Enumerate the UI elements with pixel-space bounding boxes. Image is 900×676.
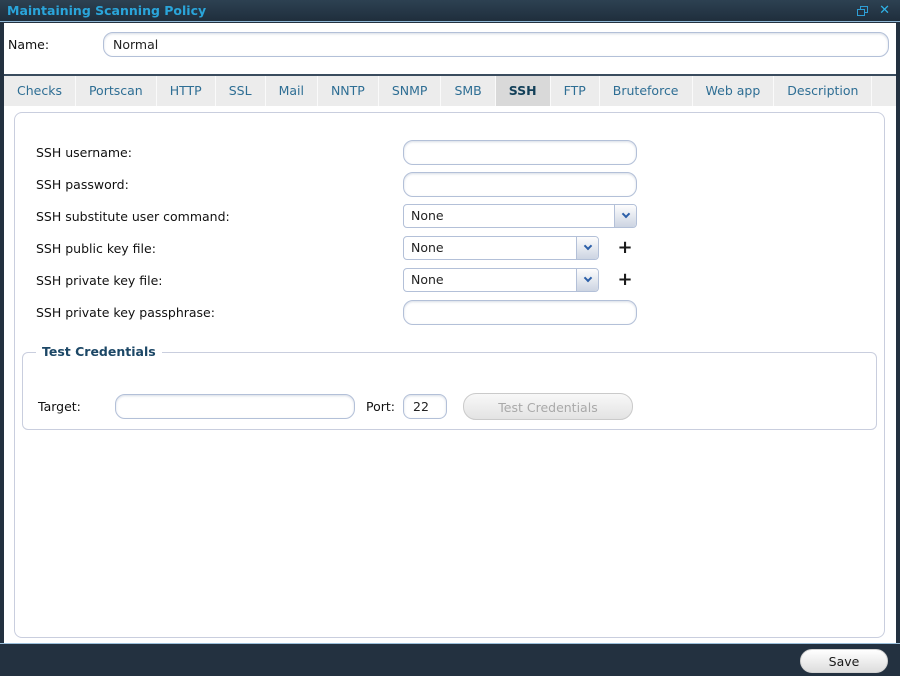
ssh-public-key-file-select[interactable]: None — [403, 236, 599, 260]
tab-bruteforce[interactable]: Bruteforce — [600, 76, 693, 106]
ssh-public-key-file-value: None — [404, 237, 576, 259]
name-input[interactable] — [103, 32, 889, 57]
name-label: Name: — [8, 32, 49, 57]
ssh-private-key-file-select[interactable]: None — [403, 268, 599, 292]
tab-ssl[interactable]: SSL — [216, 76, 266, 106]
dialog-title: Maintaining Scanning Policy — [7, 0, 206, 22]
ssh-public-key-file-label: SSH public key file: — [36, 236, 156, 261]
chevron-down-icon — [621, 210, 629, 218]
save-button[interactable]: Save — [800, 649, 888, 673]
ssh-username-input[interactable] — [403, 140, 637, 165]
dialog-maintaining-scanning-policy: Maintaining Scanning Policy ✕ Name: Chec… — [0, 0, 900, 676]
tab-bar: Checks Portscan HTTP SSL Mail NNTP SNMP … — [4, 74, 896, 106]
port-label: Port: — [366, 394, 395, 419]
add-private-key-icon[interactable]: + — [615, 268, 635, 292]
chevron-down-icon — [583, 242, 591, 250]
titlebar: Maintaining Scanning Policy ✕ — [0, 0, 900, 22]
ssh-private-key-file-dropdown-button[interactable] — [576, 269, 598, 291]
target-input[interactable] — [115, 394, 355, 419]
ssh-private-key-file-value: None — [404, 269, 576, 291]
tab-description[interactable]: Description — [774, 76, 872, 106]
tab-nntp[interactable]: NNTP — [318, 76, 379, 106]
ssh-substitute-user-command-label: SSH substitute user command: — [36, 204, 230, 229]
tab-http[interactable]: HTTP — [157, 76, 216, 106]
ssh-public-key-file-dropdown-button[interactable] — [576, 237, 598, 259]
ssh-private-key-file-label: SSH private key file: — [36, 268, 163, 293]
add-public-key-icon[interactable]: + — [615, 236, 635, 260]
tab-ftp[interactable]: FTP — [551, 76, 600, 106]
close-icon[interactable]: ✕ — [879, 0, 890, 22]
ssh-substitute-user-command-dropdown-button[interactable] — [614, 205, 636, 227]
tab-web-app[interactable]: Web app — [693, 76, 775, 106]
ssh-private-key-passphrase-input[interactable] — [403, 300, 637, 325]
restore-icon[interactable] — [857, 6, 868, 16]
ssh-password-input[interactable] — [403, 172, 637, 197]
ssh-private-key-passphrase-label: SSH private key passphrase: — [36, 300, 215, 325]
tab-portscan[interactable]: Portscan — [76, 76, 157, 106]
ssh-substitute-user-command-select[interactable]: None — [403, 204, 637, 228]
ssh-substitute-user-command-value: None — [404, 205, 614, 227]
tab-checks[interactable]: Checks — [4, 76, 76, 106]
tab-ssh[interactable]: SSH — [496, 76, 551, 106]
tab-mail[interactable]: Mail — [266, 76, 318, 106]
target-label: Target: — [38, 394, 81, 419]
footer-bar: Save — [0, 643, 900, 676]
ssh-username-label: SSH username: — [36, 140, 132, 165]
ssh-password-label: SSH password: — [36, 172, 129, 197]
chevron-down-icon — [583, 274, 591, 282]
port-input[interactable] — [403, 394, 447, 419]
window-controls: ✕ — [857, 0, 890, 22]
tab-smb[interactable]: SMB — [441, 76, 495, 106]
test-credentials-button[interactable]: Test Credentials — [463, 393, 633, 420]
test-credentials-legend: Test Credentials — [36, 344, 162, 359]
tab-snmp[interactable]: SNMP — [379, 76, 442, 106]
